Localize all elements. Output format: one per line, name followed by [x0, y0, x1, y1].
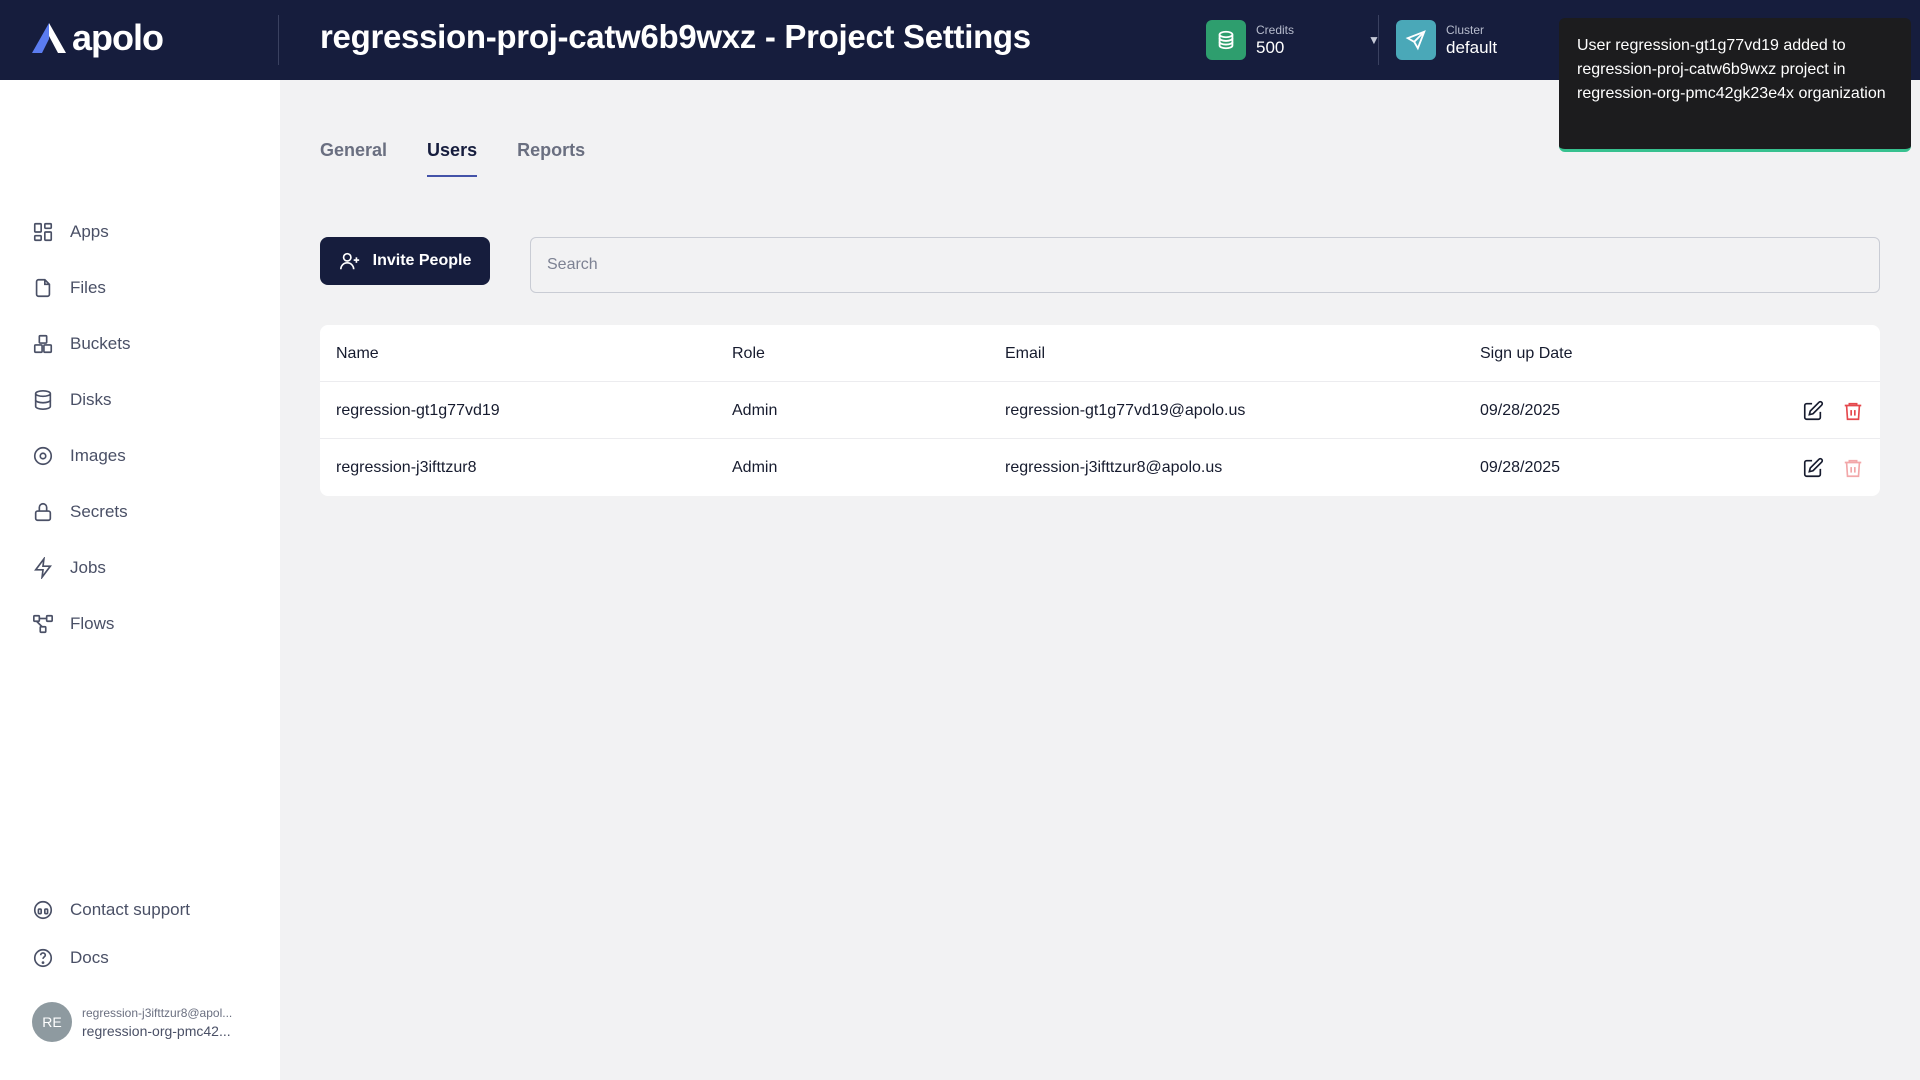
sidebar-item-label: Jobs [70, 558, 106, 577]
database-icon [34, 390, 52, 410]
apolo-logo[interactable]: apolo [30, 17, 164, 58]
page-title: regression-proj-catw6b9wxz - Project Set… [320, 18, 1031, 55]
table-row: regression-j3ifttzur8 Admin regression-j… [320, 439, 1880, 496]
sidebar-item-label: Contact support [70, 900, 191, 919]
file-icon [35, 278, 51, 298]
sidebar-item-secrets[interactable]: Secrets [32, 497, 128, 527]
sidebar-item-jobs[interactable]: Jobs [32, 553, 106, 583]
user-plus-icon [339, 252, 359, 270]
user-org: regression-org-pmc42... [82, 1022, 231, 1039]
sidebar-item-label: Files [70, 278, 106, 297]
toast-message: User regression-gt1g77vd19 added to regr… [1577, 37, 1886, 102]
edit-icon[interactable] [1802, 400, 1824, 422]
sidebar-item-apps[interactable]: Apps [32, 217, 109, 247]
cluster-label: Cluster [1446, 23, 1485, 37]
lock-icon [34, 502, 52, 522]
user-signup-date: 09/28/2025 [1480, 401, 1561, 419]
user-name: regression-j3ifttzur8 [336, 458, 477, 476]
sidebar-item-disks[interactable]: Disks [32, 385, 112, 415]
coins-icon [1206, 20, 1246, 60]
user-signup-date: 09/28/2025 [1480, 458, 1561, 476]
search-input[interactable] [530, 237, 1880, 293]
users-table: Name Role Email Sign up Date regression-… [320, 325, 1880, 496]
user-email-cell: regression-j3ifttzur8@apolo.us [1005, 458, 1223, 476]
header-divider [278, 15, 279, 65]
apolo-logo-mark-icon [32, 23, 66, 53]
column-header-signup-date[interactable]: Sign up Date [1480, 325, 1573, 382]
disc-icon [33, 446, 53, 466]
cluster-selector[interactable]: Cluster default ▼ [1396, 18, 1569, 62]
column-header-email[interactable]: Email [1005, 325, 1045, 382]
sidebar-item-label: Buckets [70, 334, 131, 353]
buckets-icon [33, 334, 53, 354]
header-divider-2 [1378, 15, 1379, 65]
trash-icon[interactable] [1842, 400, 1864, 422]
user-email-cell: regression-gt1g77vd19@apolo.us [1005, 401, 1246, 419]
cluster-value: default [1446, 38, 1498, 57]
user-name: regression-gt1g77vd19 [336, 401, 500, 419]
grid-icon [33, 222, 53, 242]
table-row: regression-gt1g77vd19 Admin regression-g… [320, 382, 1880, 439]
toast-notification[interactable]: User regression-gt1g77vd19 added to regr… [1559, 18, 1911, 152]
credits-label: Credits [1256, 23, 1295, 37]
sidebar-item-flows[interactable]: Flows [32, 609, 114, 639]
user-role: Admin [732, 401, 778, 419]
tab-reports[interactable]: Reports [517, 140, 585, 177]
column-header-role[interactable]: Role [732, 325, 765, 382]
column-header-name[interactable]: Name [336, 325, 379, 382]
sidebar-item-label: Docs [70, 948, 109, 967]
table-header-row: Name Role Email Sign up Date [320, 325, 1880, 382]
edit-icon[interactable] [1802, 457, 1824, 479]
tab-general[interactable]: General [320, 140, 387, 177]
sidebar-item-docs[interactable]: Docs [32, 943, 109, 973]
sidebar-item-buckets[interactable]: Buckets [32, 329, 130, 359]
headset-icon [33, 900, 53, 920]
sidebar-item-images[interactable]: Images [32, 441, 126, 471]
invite-people-label: Invite People [372, 252, 472, 269]
row-actions [1802, 439, 1864, 496]
row-actions [1802, 382, 1864, 439]
sidebar: Apps Files Buckets Disks Images Secrets … [0, 80, 280, 1080]
sidebar-item-files[interactable]: Files [32, 273, 106, 303]
sidebar-item-label: Apps [70, 222, 109, 241]
sidebar-item-label: Images [70, 446, 126, 465]
sidebar-item-label: Flows [70, 614, 115, 633]
credits-selector[interactable]: Credits 500 ▼ [1206, 18, 1380, 62]
trash-icon [1844, 459, 1862, 477]
avatar: RE [32, 1002, 72, 1042]
user-email: regression-j3ifttzur8@apol... [82, 1005, 233, 1020]
help-circle-icon [33, 948, 53, 968]
logo-text: apolo [72, 17, 164, 58]
credits-value: 500 [1256, 38, 1285, 57]
tab-users[interactable]: Users [427, 140, 478, 177]
sidebar-item-label: Disks [70, 390, 112, 409]
invite-people-button[interactable]: Invite People [320, 237, 490, 285]
user-menu[interactable]: RE regression-j3ifttzur8@apol... regress… [32, 1002, 232, 1042]
sidebar-item-contact-support[interactable]: Contact support [32, 895, 190, 925]
sidebar-item-label: Secrets [70, 502, 128, 521]
settings-tabs: General Users Reports [320, 140, 585, 177]
flow-icon [33, 614, 53, 634]
send-icon [1396, 20, 1436, 60]
zap-icon [34, 557, 52, 579]
user-role: Admin [732, 458, 778, 476]
